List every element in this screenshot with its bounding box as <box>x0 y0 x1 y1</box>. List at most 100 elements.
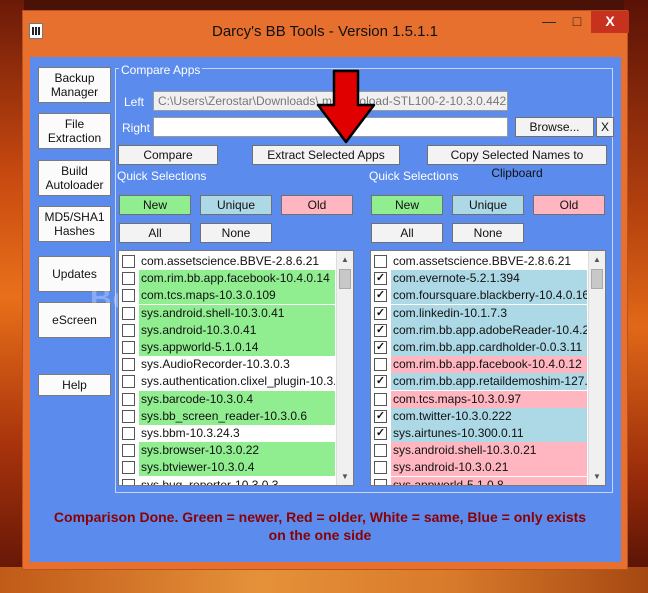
file-extraction-button[interactable]: File Extraction <box>38 113 111 149</box>
item-checkbox[interactable] <box>122 392 135 406</box>
list-item[interactable]: sys.btviewer-10.3.0.4 <box>121 459 335 477</box>
right-none-button[interactable]: None <box>452 223 524 243</box>
scroll-down-icon[interactable]: ▼ <box>589 468 605 485</box>
item-checkbox[interactable]: ✓ <box>374 341 387 354</box>
left-app-list[interactable]: sys.bug_reporter-10.3.0.3 sys.btviewer-10… <box>118 250 354 486</box>
item-checkbox[interactable] <box>122 461 135 475</box>
list-item[interactable]: sys.android-10.3.0.21 <box>373 459 587 477</box>
list-item[interactable]: sys.barcode-10.3.0.4 <box>121 390 335 408</box>
scroll-down-icon[interactable]: ▼ <box>337 468 353 485</box>
extract-selected-apps-button[interactable]: Extract Selected Apps <box>252 145 400 165</box>
backup-manager-button[interactable]: Backup Manager <box>38 67 111 103</box>
minimize-button[interactable]: — <box>535 11 563 33</box>
list-item[interactable]: com.tcs.maps-10.3.0.109 <box>121 287 335 305</box>
item-checkbox[interactable] <box>122 444 135 458</box>
list-item[interactable]: sys.authentication.clixel_plugin-10.3.0.… <box>121 373 335 391</box>
left-none-button[interactable]: None <box>200 223 272 243</box>
right-all-button[interactable]: All <box>371 223 443 243</box>
right-new-button[interactable]: New <box>371 195 443 215</box>
left-new-button[interactable]: New <box>119 195 191 215</box>
list-item[interactable]: com.assetscience.BBVE-2.8.6.21 <box>373 253 587 270</box>
item-checkbox[interactable] <box>374 358 387 372</box>
left-all-button[interactable]: All <box>119 223 191 243</box>
list-item[interactable]: sys.appworld-5.1.0.14 <box>121 339 335 356</box>
list-item[interactable]: sys.android.shell-10.3.0.21 <box>373 442 587 460</box>
item-label: sys.android.shell-10.3.0.21 <box>391 442 587 460</box>
item-checkbox[interactable] <box>122 341 135 354</box>
list-item[interactable]: com.rim.bb.app.facebook-10.4.0.14 <box>121 270 335 288</box>
right-app-list[interactable]: sys.appworld-5.1.0.8 sys.android-10.3.0.2… <box>370 250 606 486</box>
item-checkbox[interactable]: ✓ <box>374 323 387 337</box>
item-checkbox[interactable] <box>122 478 135 485</box>
item-checkbox[interactable]: ✓ <box>374 375 387 389</box>
item-label: sys.AudioRecorder-10.3.0.3 <box>139 356 335 374</box>
item-checkbox[interactable] <box>122 409 135 423</box>
item-checkbox[interactable] <box>122 289 135 303</box>
list-item[interactable]: com.tcs.maps-10.3.0.97 <box>373 390 587 408</box>
list-item[interactable]: sys.browser-10.3.0.22 <box>121 442 335 460</box>
scroll-thumb[interactable] <box>591 269 603 289</box>
item-label: sys.browser-10.3.0.22 <box>139 442 335 460</box>
item-checkbox[interactable] <box>374 392 387 406</box>
list-item[interactable]: sys.android-10.3.0.41 <box>121 321 335 339</box>
item-label: com.tcs.maps-10.3.0.97 <box>391 390 587 408</box>
left-unique-button[interactable]: Unique <box>200 195 272 215</box>
maximize-button[interactable]: □ <box>563 11 591 33</box>
list-item[interactable]: sys.android.shell-10.3.0.41 <box>121 304 335 322</box>
right-old-button[interactable]: Old <box>533 195 605 215</box>
item-checkbox[interactable]: ✓ <box>374 409 387 423</box>
item-checkbox[interactable]: ✓ <box>374 306 387 320</box>
list-item[interactable]: ✓ sys.airtunes-10.300.0.11 <box>373 425 587 442</box>
list-item[interactable]: ✓ com.foursquare.blackberry-10.4.0.1694 <box>373 287 587 305</box>
title-bar[interactable]: Darcy's BB Tools - Version 1.5.1.1 — □ X <box>23 11 629 51</box>
copy-selected-names-button[interactable]: Copy Selected Names to Clipboard <box>427 145 607 180</box>
item-label: sys.barcode-10.3.0.4 <box>139 390 335 408</box>
list-item[interactable]: ✓ com.linkedin-10.1.7.3 <box>373 304 587 322</box>
browse-button[interactable]: Browse... <box>515 117 594 137</box>
item-checkbox[interactable] <box>374 478 387 485</box>
list-item[interactable]: ✓ com.rim.bb.app.retaildemoshim-127.1.... <box>373 373 587 391</box>
item-checkbox[interactable] <box>122 358 135 372</box>
list-item[interactable]: sys.appworld-5.1.0.8 <box>373 476 587 485</box>
list-item[interactable]: sys.bb_screen_reader-10.3.0.6 <box>121 407 335 425</box>
item-checkbox[interactable] <box>122 323 135 337</box>
build-autoloader-button[interactable]: Build Autoloader <box>38 160 111 196</box>
scroll-up-icon[interactable]: ▲ <box>337 251 353 268</box>
compare-button[interactable]: Compare <box>118 145 218 165</box>
left-label: Left <box>124 95 145 109</box>
item-checkbox[interactable] <box>122 375 135 389</box>
list-item[interactable]: ✓ com.rim.bb.app.adobeReader-10.4.2.15 <box>373 321 587 339</box>
list-item[interactable]: ✓ com.rim.bb.app.cardholder-0.0.3.11 <box>373 339 587 356</box>
escreen-button[interactable]: eScreen <box>38 302 111 338</box>
item-checkbox[interactable] <box>122 255 135 268</box>
item-checkbox[interactable] <box>122 272 135 286</box>
clear-right-button[interactable]: X <box>596 117 614 137</box>
item-label: com.assetscience.BBVE-2.8.6.21 <box>139 253 335 270</box>
hashes-button[interactable]: MD5/SHA1 Hashes <box>38 206 111 242</box>
close-button[interactable]: X <box>591 11 629 33</box>
item-checkbox[interactable] <box>122 306 135 320</box>
right-list-scrollbar[interactable]: ▲ ▼ <box>588 251 605 485</box>
list-item[interactable]: ✓ com.twitter-10.3.0.222 <box>373 407 587 425</box>
scroll-thumb[interactable] <box>339 269 351 289</box>
left-list-scrollbar[interactable]: ▲ ▼ <box>336 251 353 485</box>
item-checkbox[interactable] <box>374 255 387 268</box>
list-item[interactable]: sys.bbm-10.3.24.3 <box>121 425 335 442</box>
left-old-button[interactable]: Old <box>281 195 353 215</box>
item-checkbox[interactable]: ✓ <box>374 272 387 286</box>
list-item[interactable]: ✓ com.evernote-5.2.1.394 <box>373 270 587 288</box>
item-checkbox[interactable] <box>122 427 135 440</box>
updates-button[interactable]: Updates <box>38 256 111 292</box>
help-button[interactable]: Help <box>38 374 111 396</box>
list-item[interactable]: sys.bug_reporter-10.3.0.3 <box>121 476 335 485</box>
item-checkbox[interactable]: ✓ <box>374 289 387 303</box>
item-checkbox[interactable] <box>374 444 387 458</box>
right-quick-selections-label: Quick Selections <box>369 169 459 183</box>
list-item[interactable]: sys.AudioRecorder-10.3.0.3 <box>121 356 335 374</box>
scroll-up-icon[interactable]: ▲ <box>589 251 605 268</box>
list-item[interactable]: com.rim.bb.app.facebook-10.4.0.12 <box>373 356 587 374</box>
item-checkbox[interactable]: ✓ <box>374 427 387 440</box>
right-unique-button[interactable]: Unique <box>452 195 524 215</box>
item-checkbox[interactable] <box>374 461 387 475</box>
list-item[interactable]: com.assetscience.BBVE-2.8.6.21 <box>121 253 335 270</box>
